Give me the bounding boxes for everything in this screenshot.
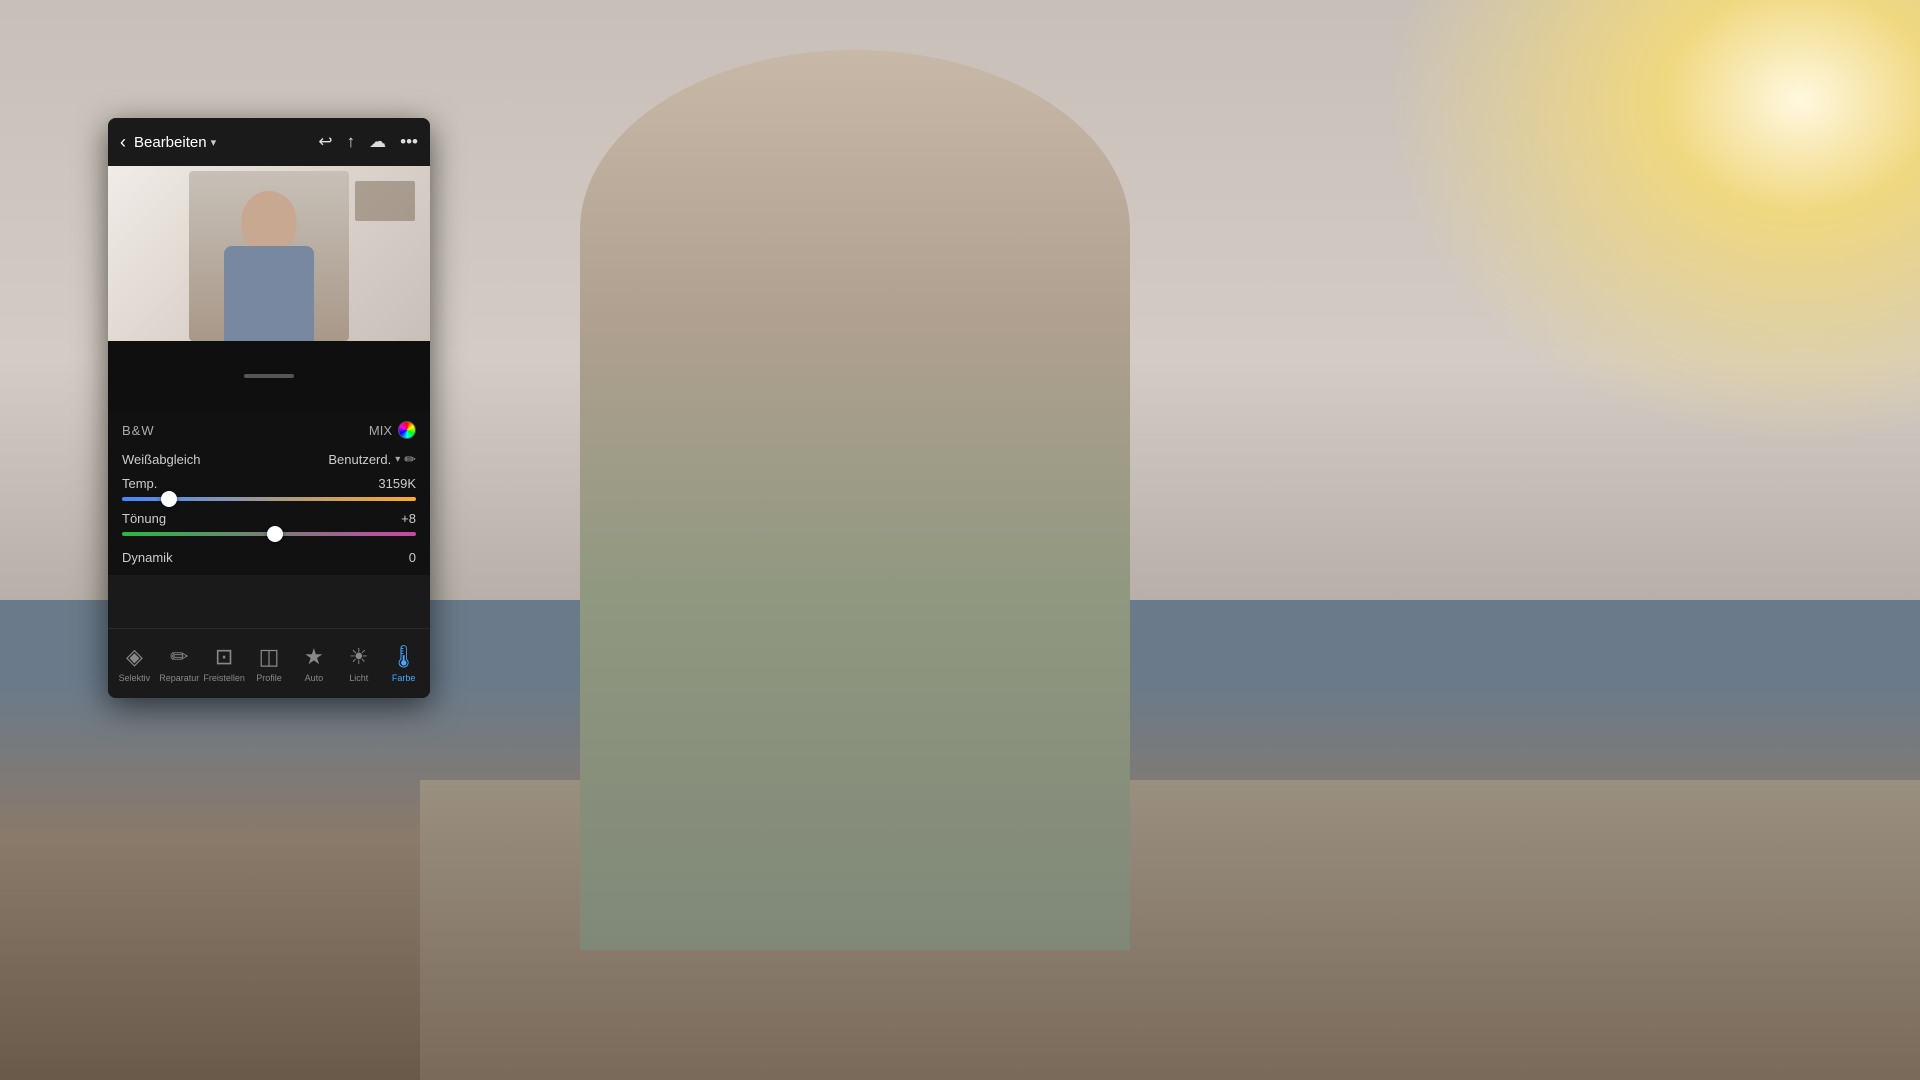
photo-person [189, 171, 349, 341]
toolbar-item-selektiv[interactable]: ◈ Selektiv [112, 644, 157, 683]
tonung-track[interactable] [122, 532, 416, 536]
dynamik-value: 0 [409, 550, 416, 565]
temp-track[interactable] [122, 497, 416, 501]
bw-label: B&W [122, 423, 155, 438]
edit-title: Bearbeiten [134, 134, 207, 151]
lamp-glow [1320, 0, 1920, 500]
temp-slider-header: Temp. 3159K [122, 476, 416, 491]
temp-label: Temp. [122, 476, 157, 491]
weissabgleich-value-group: Benutzerd. ▾ ✏ [328, 451, 416, 468]
weissabgleich-edit-icon[interactable]: ✏ [404, 451, 416, 468]
toolbar-item-licht[interactable]: ☀ Licht [336, 644, 381, 683]
color-wheel-icon[interactable] [398, 421, 416, 439]
weissabgleich-row: Weißabgleich Benutzerd. ▾ ✏ [122, 451, 416, 468]
weissabgleich-value: Benutzerd. [328, 452, 391, 467]
bw-mix-row: B&W MIX [122, 421, 416, 439]
profile-label: Profile [256, 673, 282, 683]
toolbar-item-auto[interactable]: ★ Auto [291, 644, 336, 683]
title-dropdown[interactable]: ▾ [211, 136, 217, 149]
share-icon[interactable]: ↑ [347, 132, 356, 152]
photo-person-body [224, 246, 314, 341]
photo-person-head [242, 191, 297, 251]
tonung-value: +8 [401, 511, 416, 526]
person-silhouette [580, 50, 1130, 950]
dark-area [108, 341, 430, 411]
temp-value: 3159K [378, 476, 416, 491]
more-icon[interactable]: ••• [400, 132, 418, 152]
cloud-icon[interactable]: ☁ [369, 132, 386, 152]
temp-thumb[interactable] [161, 491, 177, 507]
tonung-slider-section: Tönung +8 [122, 511, 416, 536]
toolbar-item-profile[interactable]: ◫ Profile [247, 644, 292, 683]
mix-label: MIX [369, 423, 392, 438]
licht-icon: ☀ [349, 644, 369, 670]
reparatur-icon: ✏ [170, 644, 188, 670]
farbe-icon: 🌡 [390, 644, 418, 670]
freistellen-label: Freistellen [203, 673, 245, 683]
selektiv-icon: ◈ [126, 644, 143, 670]
controls-area: B&W MIX Weißabgleich Benutzerd. ▾ ✏ Temp… [108, 411, 430, 575]
tonung-slider-header: Tönung +8 [122, 511, 416, 526]
selektiv-label: Selektiv [119, 673, 151, 683]
drag-handle[interactable] [244, 374, 294, 378]
photo-area [108, 166, 430, 341]
weissabgleich-label: Weißabgleich [122, 452, 201, 467]
mix-row: MIX [369, 421, 416, 439]
auto-icon: ★ [304, 644, 324, 670]
bottom-toolbar: ◈ Selektiv ✏ Reparatur ⊡ Freistellen ◫ P… [108, 628, 430, 698]
reparatur-label: Reparatur [159, 673, 199, 683]
photo-shelf [355, 181, 415, 221]
back-button[interactable]: ‹ [120, 132, 126, 153]
top-bar: ‹ Bearbeiten ▾ ↩ ↑ ☁ ••• [108, 118, 430, 166]
licht-label: Licht [349, 673, 368, 683]
auto-label: Auto [305, 673, 324, 683]
top-bar-right: ↩ ↑ ☁ ••• [318, 132, 418, 152]
toolbar-item-farbe[interactable]: 🌡 Farbe [381, 644, 426, 683]
profile-icon: ◫ [259, 644, 280, 670]
dynamik-section: Dynamik 0 [122, 546, 416, 565]
tonung-thumb[interactable] [267, 526, 283, 542]
weissabgleich-chevron[interactable]: ▾ [395, 454, 400, 465]
top-bar-title: Bearbeiten ▾ [134, 134, 216, 151]
temp-slider-section: Temp. 3159K [122, 476, 416, 501]
top-bar-left: ‹ Bearbeiten ▾ [120, 132, 216, 153]
tonung-label: Tönung [122, 511, 166, 526]
freistellen-icon: ⊡ [215, 644, 233, 670]
undo-icon[interactable]: ↩ [318, 132, 332, 152]
toolbar-item-freistellen[interactable]: ⊡ Freistellen [202, 644, 247, 683]
dynamik-label: Dynamik [122, 550, 173, 565]
phone-panel: ‹ Bearbeiten ▾ ↩ ↑ ☁ ••• B&W M [108, 118, 430, 698]
farbe-label: Farbe [392, 673, 416, 683]
toolbar-item-reparatur[interactable]: ✏ Reparatur [157, 644, 202, 683]
